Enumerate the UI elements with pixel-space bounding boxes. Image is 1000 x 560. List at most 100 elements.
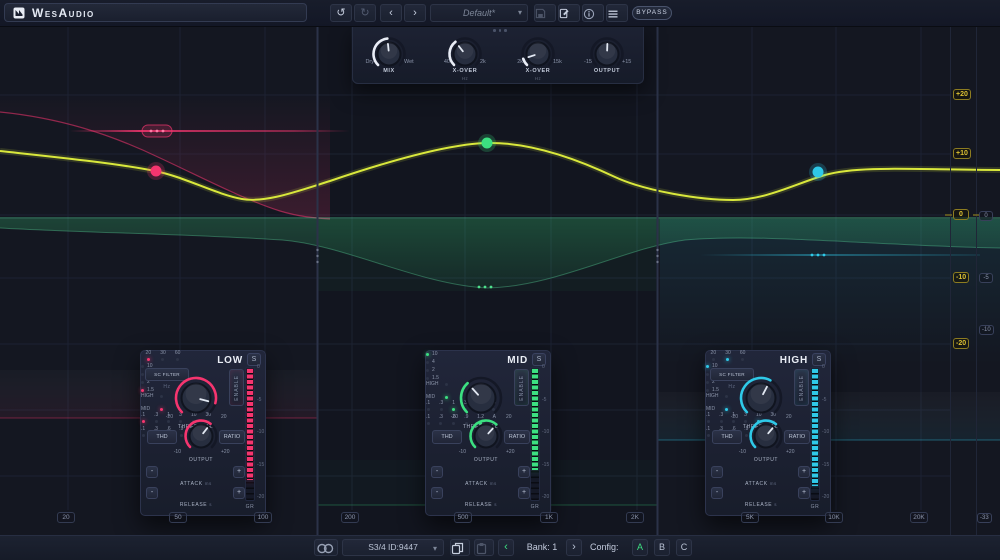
attack-plus-button[interactable]: + xyxy=(518,466,530,478)
logo-box: WesAudio xyxy=(4,3,307,22)
next-preset-button[interactable]: › xyxy=(404,4,426,22)
sc-filter-values[interactable]: 20 30 60 xyxy=(141,351,185,363)
thd-button[interactable]: THD xyxy=(712,430,742,444)
attack-minus-button[interactable]: - xyxy=(146,466,158,478)
attack-option[interactable]: .3 xyxy=(439,401,443,415)
sc-filter-values[interactable]: 20 30 60 xyxy=(706,351,750,363)
paste-settings-button[interactable] xyxy=(474,539,494,556)
ratio-option[interactable]: 4 xyxy=(426,359,452,365)
thd-option[interactable]: HIGH xyxy=(426,381,458,388)
redo-button[interactable]: ↻ xyxy=(354,4,376,22)
release-label-row: RELEASEs xyxy=(726,502,796,508)
thd-option-label: HIGH xyxy=(426,382,442,387)
sc-filter-option[interactable]: 30 xyxy=(160,351,166,363)
thd-button[interactable]: THD xyxy=(432,430,462,444)
config-c-button[interactable]: C xyxy=(676,539,692,556)
attack-plus-button[interactable]: + xyxy=(233,466,245,478)
sc-filter-option[interactable]: 20 xyxy=(711,351,717,363)
high-band-handle[interactable] xyxy=(813,167,824,178)
gr-meter-scale-label: -10 xyxy=(822,430,834,435)
sc-filter-value: 60 xyxy=(740,351,746,356)
threshold-knob[interactable] xyxy=(172,374,220,422)
attack-value: .1 xyxy=(141,413,145,418)
gr-meter-label: GR xyxy=(241,504,259,510)
thd-options[interactable]: HIGHMID xyxy=(141,393,173,413)
attack-value: .3 xyxy=(439,401,443,406)
menu-button[interactable] xyxy=(606,4,628,22)
attack-option[interactable]: 1 xyxy=(452,401,455,415)
mid-band-handle[interactable] xyxy=(482,138,493,149)
release-option[interactable]: .1 xyxy=(426,415,430,429)
release-plus-button[interactable]: + xyxy=(233,487,245,499)
threshold-max-label: 20 xyxy=(786,414,804,420)
sc-filter-option[interactable]: 60 xyxy=(740,351,746,363)
save-preset-button[interactable] xyxy=(534,4,556,22)
enable-toggle[interactable]: ENABLE xyxy=(229,369,244,406)
bank-next-button[interactable]: › xyxy=(566,539,582,556)
attack-minus-button[interactable]: - xyxy=(711,466,723,478)
copy-settings-button[interactable] xyxy=(450,539,470,556)
attack-unit: ms xyxy=(490,481,497,486)
thd-options[interactable]: HIGHMID xyxy=(426,381,458,401)
xover_high-unit-label: Hz xyxy=(508,76,568,81)
threshold-knob[interactable] xyxy=(457,374,505,422)
sc-filter-option[interactable]: 20 xyxy=(146,351,152,363)
info-button[interactable] xyxy=(582,4,604,22)
release-minus-button[interactable]: - xyxy=(711,487,723,499)
attack-plus-button[interactable]: + xyxy=(798,466,810,478)
sc-filter-dot xyxy=(741,358,744,361)
release-minus-button[interactable]: - xyxy=(146,487,158,499)
gr-meter-scale-label: 0 xyxy=(257,365,269,370)
config-a-button[interactable]: A xyxy=(632,539,648,556)
status-bar: S3/4 ID:9447 ▾ ‹ Bank: 1 › Config: A B C xyxy=(0,535,1000,560)
release-option[interactable]: .1 xyxy=(706,427,710,441)
enable-toggle[interactable]: ENABLE xyxy=(794,369,809,406)
release-minus-button[interactable]: - xyxy=(431,487,443,499)
ratio-button[interactable]: RATIO xyxy=(504,430,530,444)
bypass-button[interactable]: BYPASS xyxy=(632,6,672,20)
threshold-knob[interactable] xyxy=(737,374,785,422)
ratio-button[interactable]: RATIO xyxy=(219,430,245,444)
sc-filter-option[interactable]: 60 xyxy=(175,351,181,363)
ratio-option[interactable]: 2 xyxy=(426,367,452,373)
channel-link-button[interactable] xyxy=(314,539,338,556)
undo-button[interactable]: ↺ xyxy=(330,4,352,22)
device-selector[interactable]: S3/4 ID:9447 ▾ xyxy=(342,539,444,556)
enable-toggle-label: ENABLE xyxy=(519,375,525,401)
output-knob[interactable] xyxy=(467,417,505,455)
attack-option[interactable]: .1 xyxy=(426,401,430,415)
thd-option[interactable]: HIGH xyxy=(141,393,173,400)
ratio-button[interactable]: RATIO xyxy=(784,430,810,444)
gr-meter-scale-label: -15 xyxy=(257,463,269,468)
config-b-button[interactable]: B xyxy=(654,539,670,556)
thd-options[interactable]: HIGHMID xyxy=(706,393,738,413)
output-knob[interactable] xyxy=(747,417,785,455)
prev-preset-button[interactable]: ‹ xyxy=(380,4,402,22)
thd-button[interactable]: THD xyxy=(147,430,177,444)
output-knob[interactable] xyxy=(182,417,220,455)
freq-scale-label: 2K xyxy=(626,512,644,523)
enable-toggle[interactable]: ENABLE xyxy=(514,369,529,406)
freq-scale-label: 500 xyxy=(454,512,472,523)
release-label-row: RELEASEs xyxy=(161,502,231,508)
release-plus-button[interactable]: + xyxy=(518,487,530,499)
gr-meter-scale-label: -5 xyxy=(257,398,269,403)
panel-drag-handle-icon[interactable] xyxy=(493,29,507,32)
band-panel-high: HIGHS203060SC FILTERHz-2020THRESHOLDENAB… xyxy=(705,350,831,516)
thd-option[interactable]: HIGH xyxy=(706,393,738,400)
attack-option[interactable]: .1 xyxy=(141,413,145,427)
low-band-handle[interactable] xyxy=(151,166,162,177)
output-min-label: -10 xyxy=(448,449,466,455)
attack-label: ATTACK xyxy=(745,481,768,487)
edit-preset-button[interactable] xyxy=(558,4,580,22)
ratio-option[interactable]: 10 xyxy=(426,351,452,357)
release-option[interactable]: .1 xyxy=(141,427,145,441)
preset-selector[interactable]: Default* ▾ xyxy=(430,4,528,22)
attack-minus-button[interactable]: - xyxy=(431,466,443,478)
attack-option[interactable]: .1 xyxy=(706,413,710,427)
ratio-options[interactable]: 10421.5 xyxy=(426,351,452,381)
release-plus-button[interactable]: + xyxy=(798,487,810,499)
sc-filter-option[interactable]: 30 xyxy=(725,351,731,363)
attack-dot xyxy=(732,420,735,423)
bank-prev-button[interactable]: ‹ xyxy=(498,539,514,556)
